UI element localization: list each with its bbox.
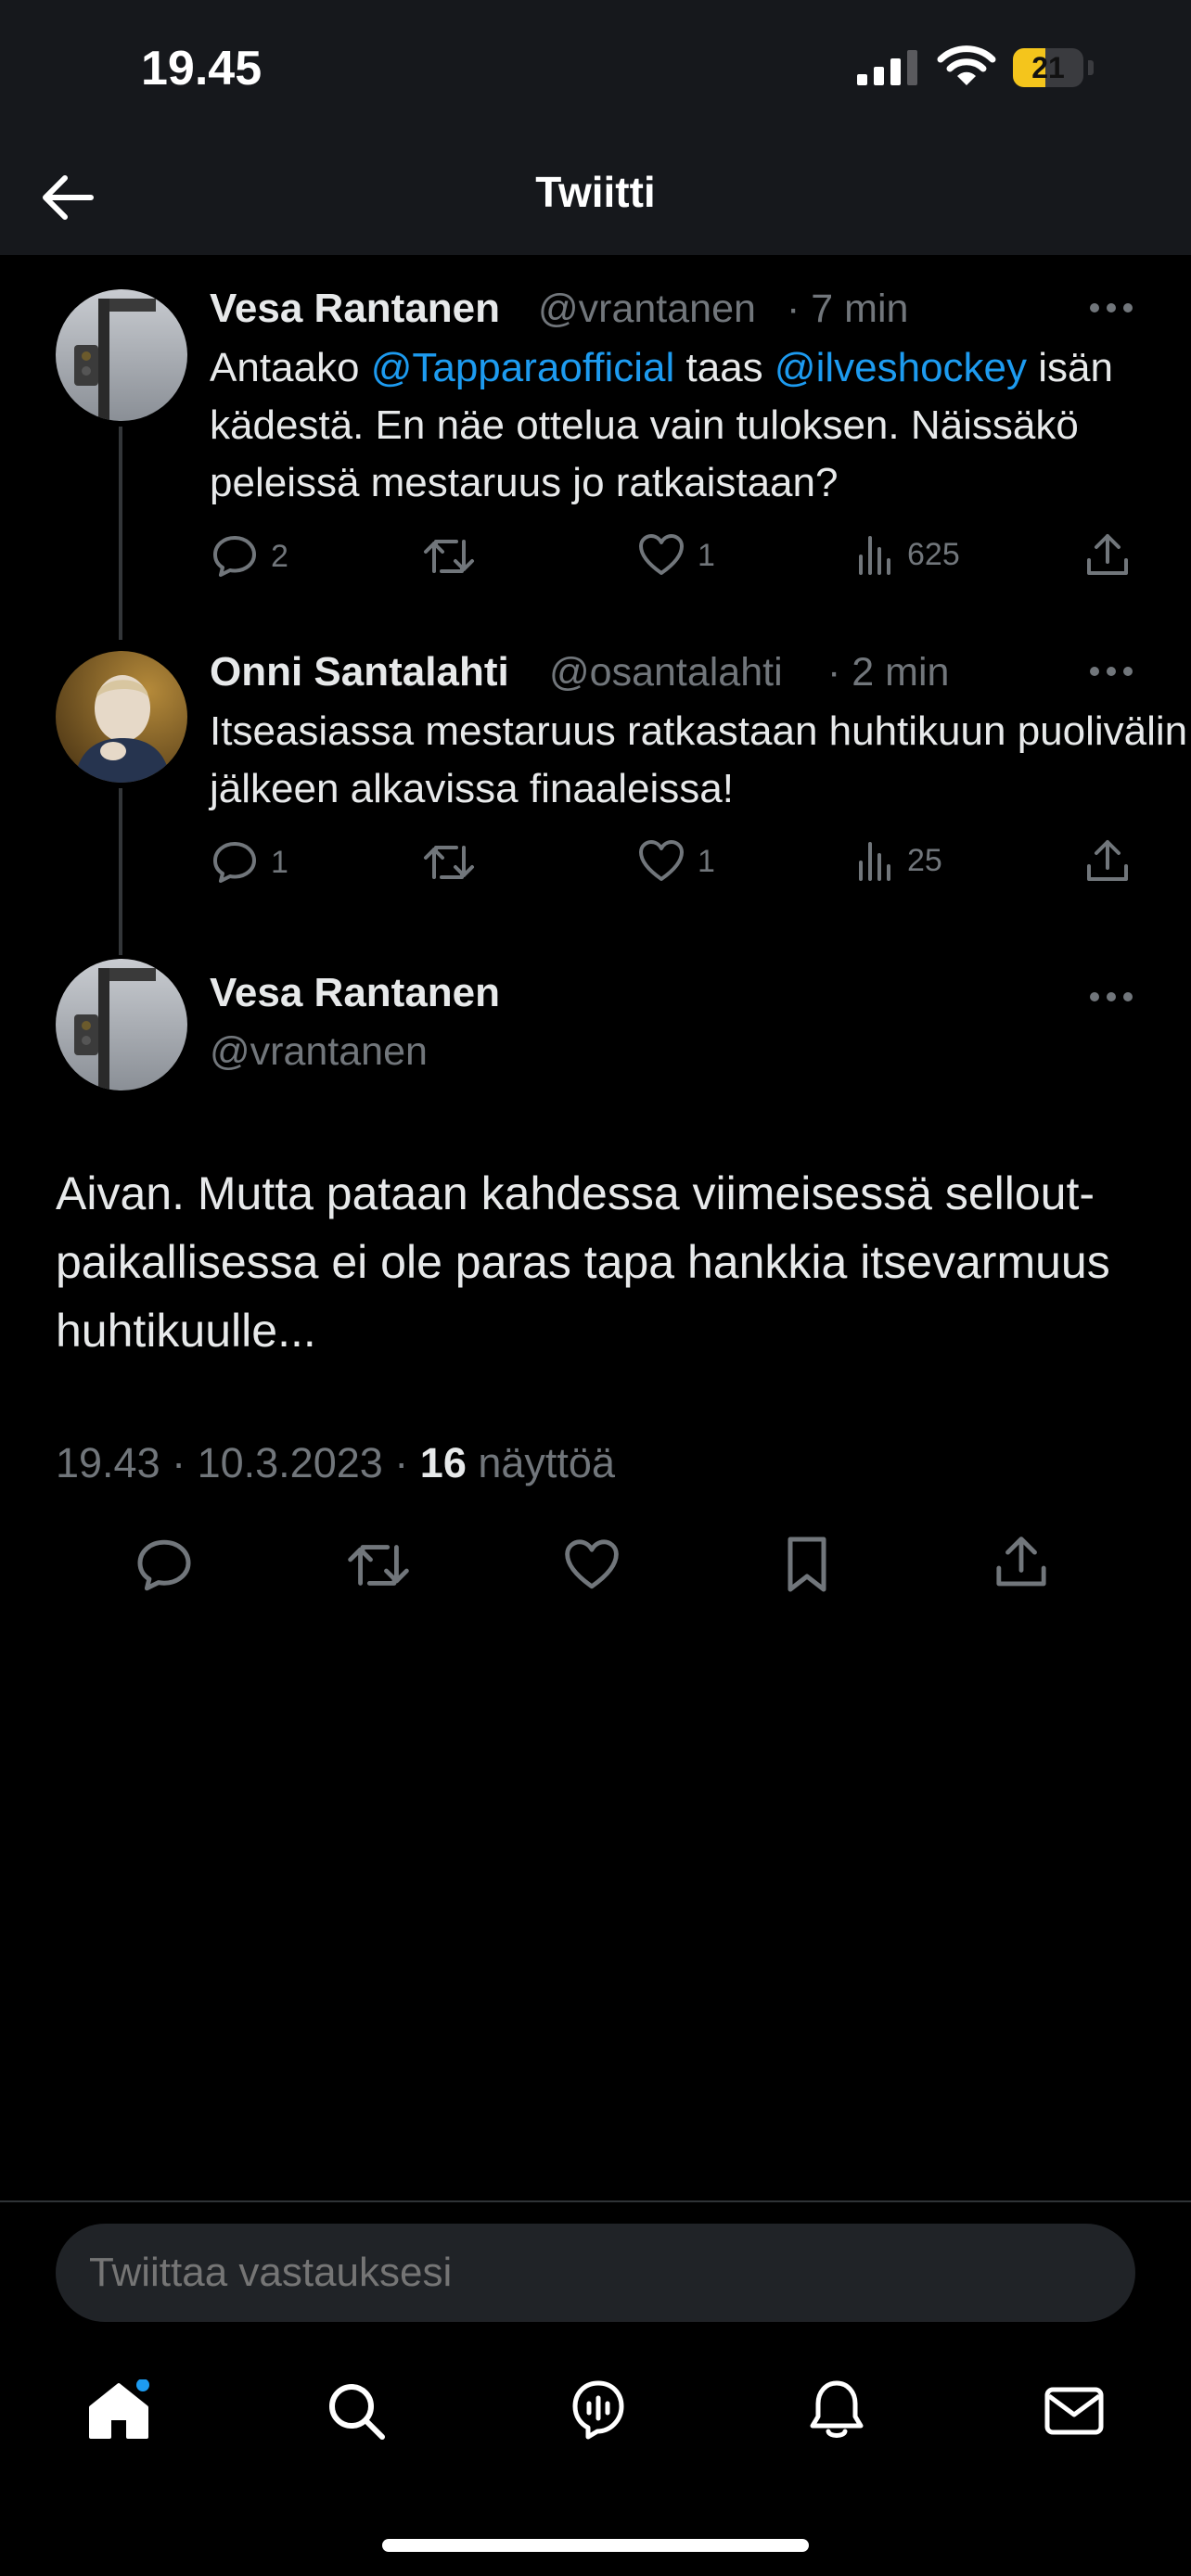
tweet-time: · 7 min [787, 287, 909, 331]
search-icon [329, 2384, 385, 2440]
wifi-icon [937, 45, 996, 87]
home-indicator[interactable] [382, 2539, 809, 2552]
like-count: 1 [698, 843, 715, 879]
mail-icon [1044, 2387, 1104, 2435]
author-handle[interactable]: @vrantanen [538, 287, 756, 332]
reply-button[interactable]: 1 [211, 840, 288, 885]
author-name[interactable]: Vesa Rantanen [210, 970, 500, 1016]
thread-connector [119, 788, 122, 955]
tweet-timestamp: 19.43 · 10.3.2023 · [56, 1439, 420, 1486]
tab-notifications[interactable] [809, 2379, 864, 2441]
page-title: Twiitti [535, 168, 656, 216]
retweet-icon [424, 540, 474, 573]
like-count: 1 [698, 537, 715, 573]
share-icon [1087, 840, 1128, 881]
retweet-icon [348, 1545, 409, 1586]
heart-icon [565, 1539, 619, 1589]
comment-icon [137, 1539, 191, 1591]
bookmark-icon [788, 1537, 826, 1592]
mention-link[interactable]: @Tapparaofficial [371, 345, 675, 390]
views-count: 16 [419, 1439, 467, 1486]
home-icon [89, 2379, 149, 2439]
share-button[interactable] [1085, 532, 1130, 579]
avatar[interactable] [56, 959, 187, 1090]
tweet-text: Antaako @Tapparaofficial taas @ilveshock… [210, 339, 1191, 512]
like-button[interactable]: 1 [638, 534, 715, 577]
author-handle[interactable]: @vrantanen [210, 1029, 428, 1075]
reply-count: 1 [271, 844, 288, 880]
tweet-text-part: taas [674, 345, 775, 390]
author-handle[interactable]: @osantalahti [549, 650, 783, 695]
retweet-icon [424, 846, 474, 879]
tab-home[interactable] [87, 2379, 150, 2441]
battery-cap [1088, 60, 1094, 75]
reply-input[interactable] [89, 2224, 1109, 2322]
tweet-meta: 19.43 · 10.3.2023 · 16 näyttöä [56, 1439, 615, 1487]
mention-link[interactable]: @ilveshockey [775, 345, 1027, 390]
views-button[interactable]: 625 [857, 534, 960, 575]
heart-icon [639, 840, 684, 881]
battery-icon: 21 [1013, 48, 1083, 87]
share-icon [1087, 534, 1128, 575]
author-name[interactable]: Vesa Rantanen [210, 286, 500, 332]
like-button[interactable]: 1 [638, 840, 715, 883]
tweet-text: Itseasiassa mestaruus ratkastaan huhtiku… [210, 708, 1188, 811]
tweet-text: Aivan. Mutta pataan kahdessa viimeisessä… [56, 1167, 1110, 1357]
retweet-button[interactable] [347, 1537, 410, 1593]
views-label: näyttöä [466, 1439, 615, 1486]
share-button[interactable] [994, 1534, 1048, 1591]
view-count: 25 [907, 842, 942, 878]
analytics-icon [859, 842, 890, 881]
battery-percent: 21 [1031, 51, 1065, 84]
bookmark-button[interactable] [785, 1536, 829, 1593]
reply-button[interactable]: 2 [211, 534, 288, 579]
author-name[interactable]: Onni Santalahti [210, 649, 509, 695]
tab-messages[interactable] [1044, 2387, 1104, 2435]
like-button[interactable] [564, 1539, 620, 1591]
analytics-icon [859, 536, 890, 575]
thread-connector [119, 427, 122, 640]
avatar[interactable] [56, 651, 187, 783]
share-button[interactable] [1085, 838, 1130, 885]
more-icon[interactable] [1089, 301, 1133, 314]
tab-search[interactable] [327, 2381, 386, 2441]
status-time: 19.45 [141, 42, 263, 96]
more-icon[interactable] [1089, 665, 1133, 678]
tweet-time: · 2 min [827, 650, 950, 695]
signal-icon [855, 48, 920, 85]
bell-icon [810, 2380, 864, 2438]
divider [0, 2200, 1191, 2202]
more-icon[interactable] [1089, 990, 1133, 1003]
reply-count: 2 [271, 538, 288, 574]
comment-icon [213, 536, 256, 577]
retweet-button[interactable] [423, 534, 475, 579]
spaces-icon [572, 2380, 624, 2440]
tweet-text-part: Antaako [210, 345, 371, 390]
avatar[interactable] [56, 289, 187, 421]
reply-button[interactable] [135, 1537, 193, 1593]
share-icon [996, 1537, 1046, 1587]
comment-icon [213, 842, 256, 883]
tab-spaces[interactable] [568, 2379, 629, 2442]
view-count: 625 [907, 536, 960, 572]
retweet-button[interactable] [423, 840, 475, 885]
heart-icon [639, 534, 684, 575]
views-button[interactable]: 25 [857, 840, 942, 881]
